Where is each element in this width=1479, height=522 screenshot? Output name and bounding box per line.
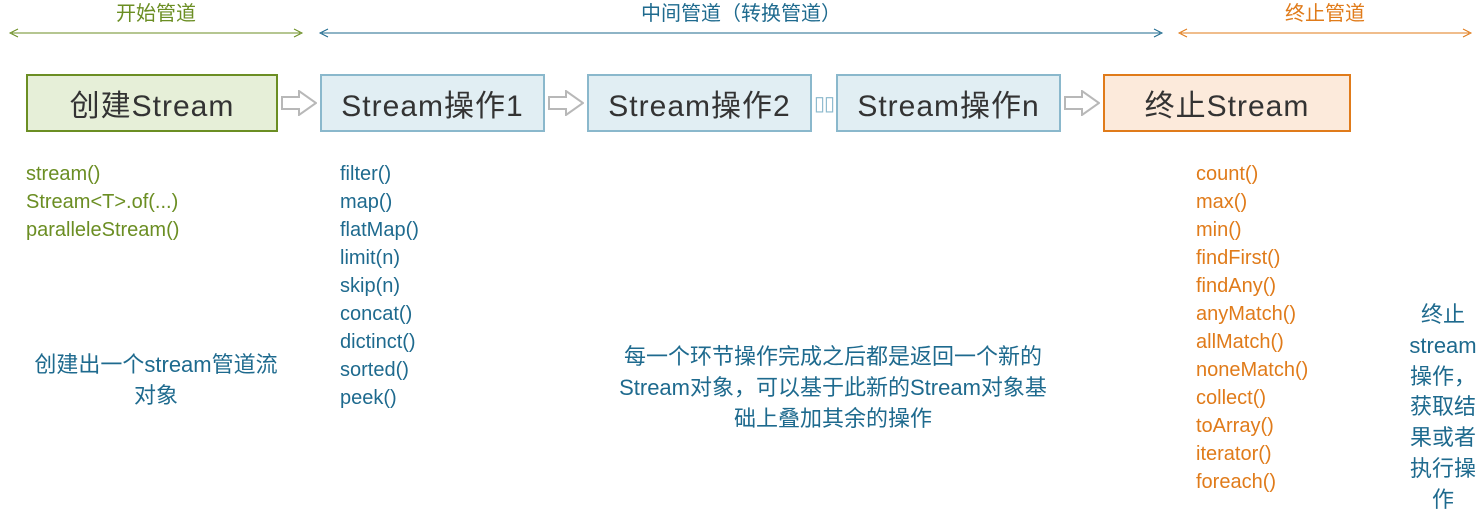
list-item: sorted(): [340, 356, 590, 384]
header-segment-middle: 中间管道（转换管道）: [316, 0, 1166, 38]
arrow-icon: [281, 90, 317, 116]
box-stream-op-n: Stream操作n: [836, 74, 1061, 132]
list-item: noneMatch(): [1196, 356, 1356, 384]
list-item: anyMatch(): [1196, 300, 1356, 328]
operation-methods-list: filter() map() flatMap() limit(n) skip(n…: [340, 160, 590, 412]
box-opn-label: Stream操作n: [857, 81, 1039, 125]
header-segment-start: 开始管道: [6, 0, 306, 38]
list-item: iterator(): [1196, 440, 1356, 468]
header-label-start: 开始管道: [6, 0, 306, 26]
box-create-stream: 创建Stream: [26, 74, 278, 132]
box-op1-label: Stream操作1: [341, 81, 523, 125]
box-stream-op-2: Stream操作2: [587, 74, 812, 132]
pipeline-row: 创建Stream Stream操作1 Stream操作2 ▯▯ Stream操作…: [26, 72, 1469, 134]
list-item: Stream<T>.of(...): [26, 188, 306, 216]
list-item: toArray(): [1196, 412, 1356, 440]
list-item: findAny(): [1196, 272, 1356, 300]
create-methods-list: stream() Stream<T>.of(...) paralleleStre…: [26, 160, 306, 244]
list-item: peek(): [340, 384, 590, 412]
terminal-description: 终止stream操作，获取结果或者执行操作: [1408, 300, 1478, 516]
list-item: paralleleStream(): [26, 216, 306, 244]
middle-description: 每一个环节操作完成之后都是返回一个新的Stream对象，可以基于此新的Strea…: [618, 342, 1048, 434]
box-terminate-stream: 终止Stream: [1103, 74, 1351, 132]
list-item: collect(): [1196, 384, 1356, 412]
box-stream-op-1: Stream操作1: [320, 74, 545, 132]
box-create-label: 创建Stream: [70, 81, 235, 125]
arrow-icon: [1064, 90, 1100, 116]
list-item: limit(n): [340, 244, 590, 272]
dimension-line-start: [6, 33, 306, 34]
list-item: allMatch(): [1196, 328, 1356, 356]
list-item: count(): [1196, 160, 1356, 188]
dimension-line-middle: [316, 33, 1166, 34]
list-item: stream(): [26, 160, 306, 188]
list-item: flatMap(): [340, 216, 590, 244]
header-segment-end: 终止管道: [1175, 0, 1475, 38]
create-description: 创建出一个stream管道流对象: [26, 350, 286, 412]
list-item: map(): [340, 188, 590, 216]
terminal-methods-list: count() max() min() findFirst() findAny(…: [1196, 160, 1356, 496]
box-op2-label: Stream操作2: [608, 81, 790, 125]
list-item: max(): [1196, 188, 1356, 216]
list-item: skip(n): [340, 272, 590, 300]
list-item: concat(): [340, 300, 590, 328]
ellipsis-icon: ▯▯: [814, 91, 834, 116]
arrow-icon: [548, 90, 584, 116]
dimension-line-end: [1175, 33, 1475, 34]
list-item: findFirst(): [1196, 244, 1356, 272]
list-item: dictinct(): [340, 328, 590, 356]
header-label-middle: 中间管道（转换管道）: [316, 0, 1166, 26]
list-item: foreach(): [1196, 468, 1356, 496]
box-term-label: 终止Stream: [1145, 81, 1310, 125]
header-label-end: 终止管道: [1175, 0, 1475, 26]
header-row: 开始管道 中间管道（转换管道） 终止管道: [0, 0, 1479, 38]
list-item: min(): [1196, 216, 1356, 244]
list-item: filter(): [340, 160, 590, 188]
